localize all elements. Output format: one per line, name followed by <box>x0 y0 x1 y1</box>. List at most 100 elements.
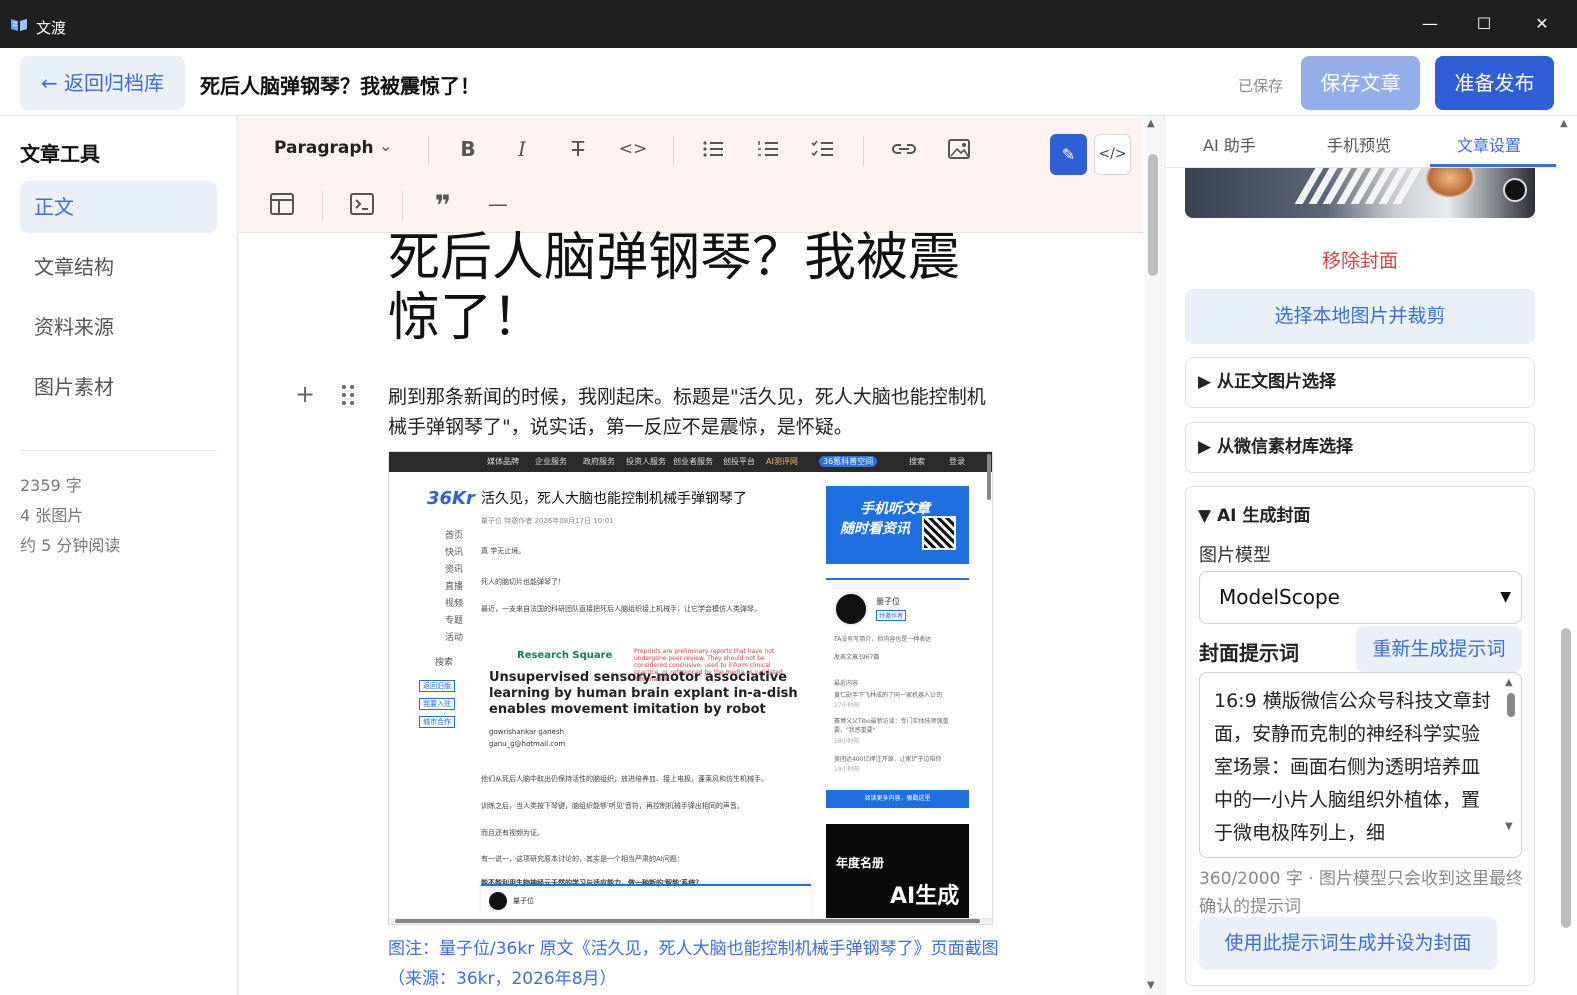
document-title: 死后人脑弹钢琴？我被震惊了！ <box>200 74 480 98</box>
paper-title: Unsupervised sensory-motor associative l… <box>489 670 798 717</box>
prompt-count-hint: 360/2000 字 · 图片模型只会收到这里最终确认的提示词 <box>1199 869 1524 917</box>
shot-nav-item: 创业者服务 <box>673 457 713 466</box>
strikethrough-icon[interactable]: T <box>563 134 593 164</box>
task-list-icon[interactable] <box>808 134 838 164</box>
cover-image-preview <box>1185 168 1535 218</box>
shot-nav-item: AI测评网 <box>766 457 798 466</box>
image-icon[interactable] <box>944 134 974 164</box>
code-icon[interactable]: <> <box>618 134 648 164</box>
settings-panel-scrollbar[interactable]: ▲ <box>1558 116 1577 995</box>
shot-logo: 36Kr <box>427 488 475 509</box>
image-caption[interactable]: 图注：量子位/36kr 原文《活久见，死人大脑也能控制机械手弹钢琴了》页面截图（… <box>388 934 1008 994</box>
image-count: 4 张图片 <box>20 506 84 525</box>
shot-nav-item: 搜索 <box>909 457 925 466</box>
shot-menu-item: 直播 <box>445 582 464 592</box>
editor-header: ← 返回归档库 死后人脑弹钢琴？我被震惊了！ 已保存 保存文章 准备发布 <box>0 48 1577 116</box>
pick-local-image-button[interactable]: 选择本地图片并裁剪 <box>1185 289 1535 344</box>
drag-handle-icon[interactable] <box>341 384 355 406</box>
shot-bottom-bar: 量子位 <box>481 884 811 918</box>
toolbar-separator <box>428 136 429 166</box>
image-model-select[interactable]: ModelScope ▼ <box>1199 571 1522 624</box>
shot-nav-item: 投资人服务 <box>626 457 666 466</box>
shot-menu-item: 城市合作 <box>419 716 455 728</box>
sidebar-item-structure[interactable]: 文章结构 <box>20 241 217 293</box>
shot-menu-item: 专题 <box>445 616 464 626</box>
app-name: 文渡 <box>36 19 67 37</box>
chevron-down-icon[interactable]: ⌄ <box>379 136 392 155</box>
toolbar-separator <box>673 136 674 166</box>
ai-cover-section: ▼ AI 生成封面 图片模型 ModelScope ▼ 封面提示词 重新生成提示… <box>1185 486 1535 986</box>
shot-nav-item: 政府服务 <box>583 457 615 466</box>
research-square-logo: Research Square <box>517 650 613 661</box>
regenerate-prompt-button[interactable]: 重新生成提示词 <box>1356 626 1522 672</box>
bold-icon[interactable]: B <box>453 134 483 164</box>
generate-cover-button[interactable]: 使用此提示词生成并设为封面 <box>1199 917 1497 970</box>
shot-text-line: 真 学无止境。 <box>481 547 526 555</box>
image-horizontal-scrollbar[interactable] <box>389 918 992 924</box>
minimize-button[interactable]: — <box>1420 14 1440 34</box>
shot-headline: 活久见，死人大脑也能控制机械手弹钢琴了 <box>481 491 747 507</box>
from-wechat-library-accordion[interactable]: ▶ 从微信素材库选择 <box>1185 422 1535 473</box>
tab-article-settings[interactable]: 文章设置 <box>1457 132 1521 156</box>
scroll-up-icon[interactable]: ▲ <box>1505 677 1513 688</box>
qr-code-icon <box>922 516 956 550</box>
shot-nav-item: 媒体品牌 <box>487 457 519 466</box>
paper-author: gowrishankar ganesh <box>489 728 564 736</box>
shot-meta: 量子位 特邀作者 2026年08月17日 10:01 <box>481 517 614 525</box>
shot-menu-item: 返回旧版 <box>419 680 455 692</box>
save-status: 已保存 <box>1238 77 1284 95</box>
sidebar-item-sources[interactable]: 资料来源 <box>20 301 217 353</box>
source-code-icon[interactable]: </> <box>1094 134 1131 175</box>
scroll-down-icon[interactable]: ▼ <box>1147 980 1155 991</box>
shot-dark-ad: 年度名册 AI生成 <box>826 824 969 924</box>
prompt-scrollbar[interactable]: ▲ ▼ <box>1505 677 1519 853</box>
scroll-up-icon[interactable]: ▲ <box>1560 118 1568 129</box>
pen-icon[interactable]: ✎ <box>1050 134 1087 175</box>
article-paragraph[interactable]: 刷到那条新闻的时候，我刚起床。标题是"活久见，死人大脑也能控制机械手弹钢琴了"，… <box>388 382 998 442</box>
scroll-down-icon[interactable]: ▼ <box>1505 821 1513 832</box>
article-image-screenshot[interactable]: 媒体品牌 企业服务 政府服务 投资人服务 创业者服务 创投平台 AI测评网 36… <box>388 451 993 925</box>
remove-cover-button[interactable]: 移除封面 <box>1165 246 1555 273</box>
cover-prompt-textarea[interactable]: 16:9 横版微信公众号科技文章封面，安静而克制的神经科学实验室场景：画面右侧为… <box>1199 672 1522 858</box>
add-block-icon[interactable]: + <box>295 380 315 408</box>
close-window-button[interactable]: ✕ <box>1532 14 1552 34</box>
paragraph-style-select[interactable]: Paragraph <box>274 138 374 158</box>
horizontal-rule-icon[interactable]: — <box>483 189 513 219</box>
editor-scrollbar[interactable]: ▲ ▼ <box>1145 116 1163 995</box>
bullet-list-icon[interactable] <box>698 134 728 164</box>
sidebar-item-images[interactable]: 图片素材 <box>20 361 217 413</box>
shot-card-line: TA没有写简介，但内容也是一种表达 <box>834 636 932 643</box>
scroll-up-icon[interactable]: ▲ <box>1147 118 1155 129</box>
shot-text-line: 而且还有视频为证。 <box>481 829 544 837</box>
ordered-list-icon[interactable] <box>753 134 783 164</box>
article-tools-sidebar: 文章工具 正文 文章结构 资料来源 图片素材 2359 字 4 张图片 约 5 … <box>0 116 238 995</box>
back-to-archive-button[interactable]: ← 返回归档库 <box>20 56 185 110</box>
shot-nav-item: 创投平台 <box>723 457 755 466</box>
shot-menu-item: 视频 <box>445 599 464 609</box>
formatting-toolbar: Paragraph ⌄ B I T <> ❞ — ✎ </> <box>239 118 1143 233</box>
table-icon[interactable] <box>267 189 297 219</box>
ai-cover-accordion[interactable]: ▼ AI 生成封面 <box>1198 501 1310 526</box>
scrollbar-thumb[interactable] <box>1561 628 1571 928</box>
shot-menu-item: 搜索 <box>435 658 454 668</box>
scrollbar-thumb[interactable] <box>1148 154 1158 276</box>
toolbar-separator <box>322 191 323 221</box>
quote-icon[interactable]: ❞ <box>428 191 458 221</box>
article-title[interactable]: 死后人脑弹钢琴？我被震惊了！ <box>388 228 988 348</box>
tab-mobile-preview[interactable]: 手机预览 <box>1327 132 1391 156</box>
scrollbar-thumb[interactable] <box>1507 693 1515 717</box>
shot-menu-item: 快讯 <box>445 548 464 558</box>
shot-card-line: 19小时前 <box>834 766 860 773</box>
maximize-button[interactable]: ☐ <box>1474 14 1494 34</box>
from-body-images-accordion[interactable]: ▶ 从正文图片选择 <box>1185 357 1535 408</box>
shot-text-line: 他们从死后人脑中取出仍保持活性的脑组织，放进培养皿、接上电极，蓬莱风和仿生机械手… <box>481 775 768 783</box>
save-article-button[interactable]: 保存文章 <box>1301 56 1420 110</box>
shot-card-line: 17小时前 <box>834 702 860 709</box>
italic-icon[interactable]: I <box>507 134 537 164</box>
code-block-icon[interactable] <box>347 189 377 219</box>
editor-area[interactable]: Paragraph ⌄ B I T <> ❞ — ✎ </> 死后人脑弹钢琴？我… <box>239 116 1143 995</box>
sidebar-item-body[interactable]: 正文 <box>20 181 217 233</box>
tab-ai-assistant[interactable]: AI 助手 <box>1203 132 1256 156</box>
prepare-publish-button[interactable]: 准备发布 <box>1435 56 1554 110</box>
link-icon[interactable] <box>889 134 919 164</box>
